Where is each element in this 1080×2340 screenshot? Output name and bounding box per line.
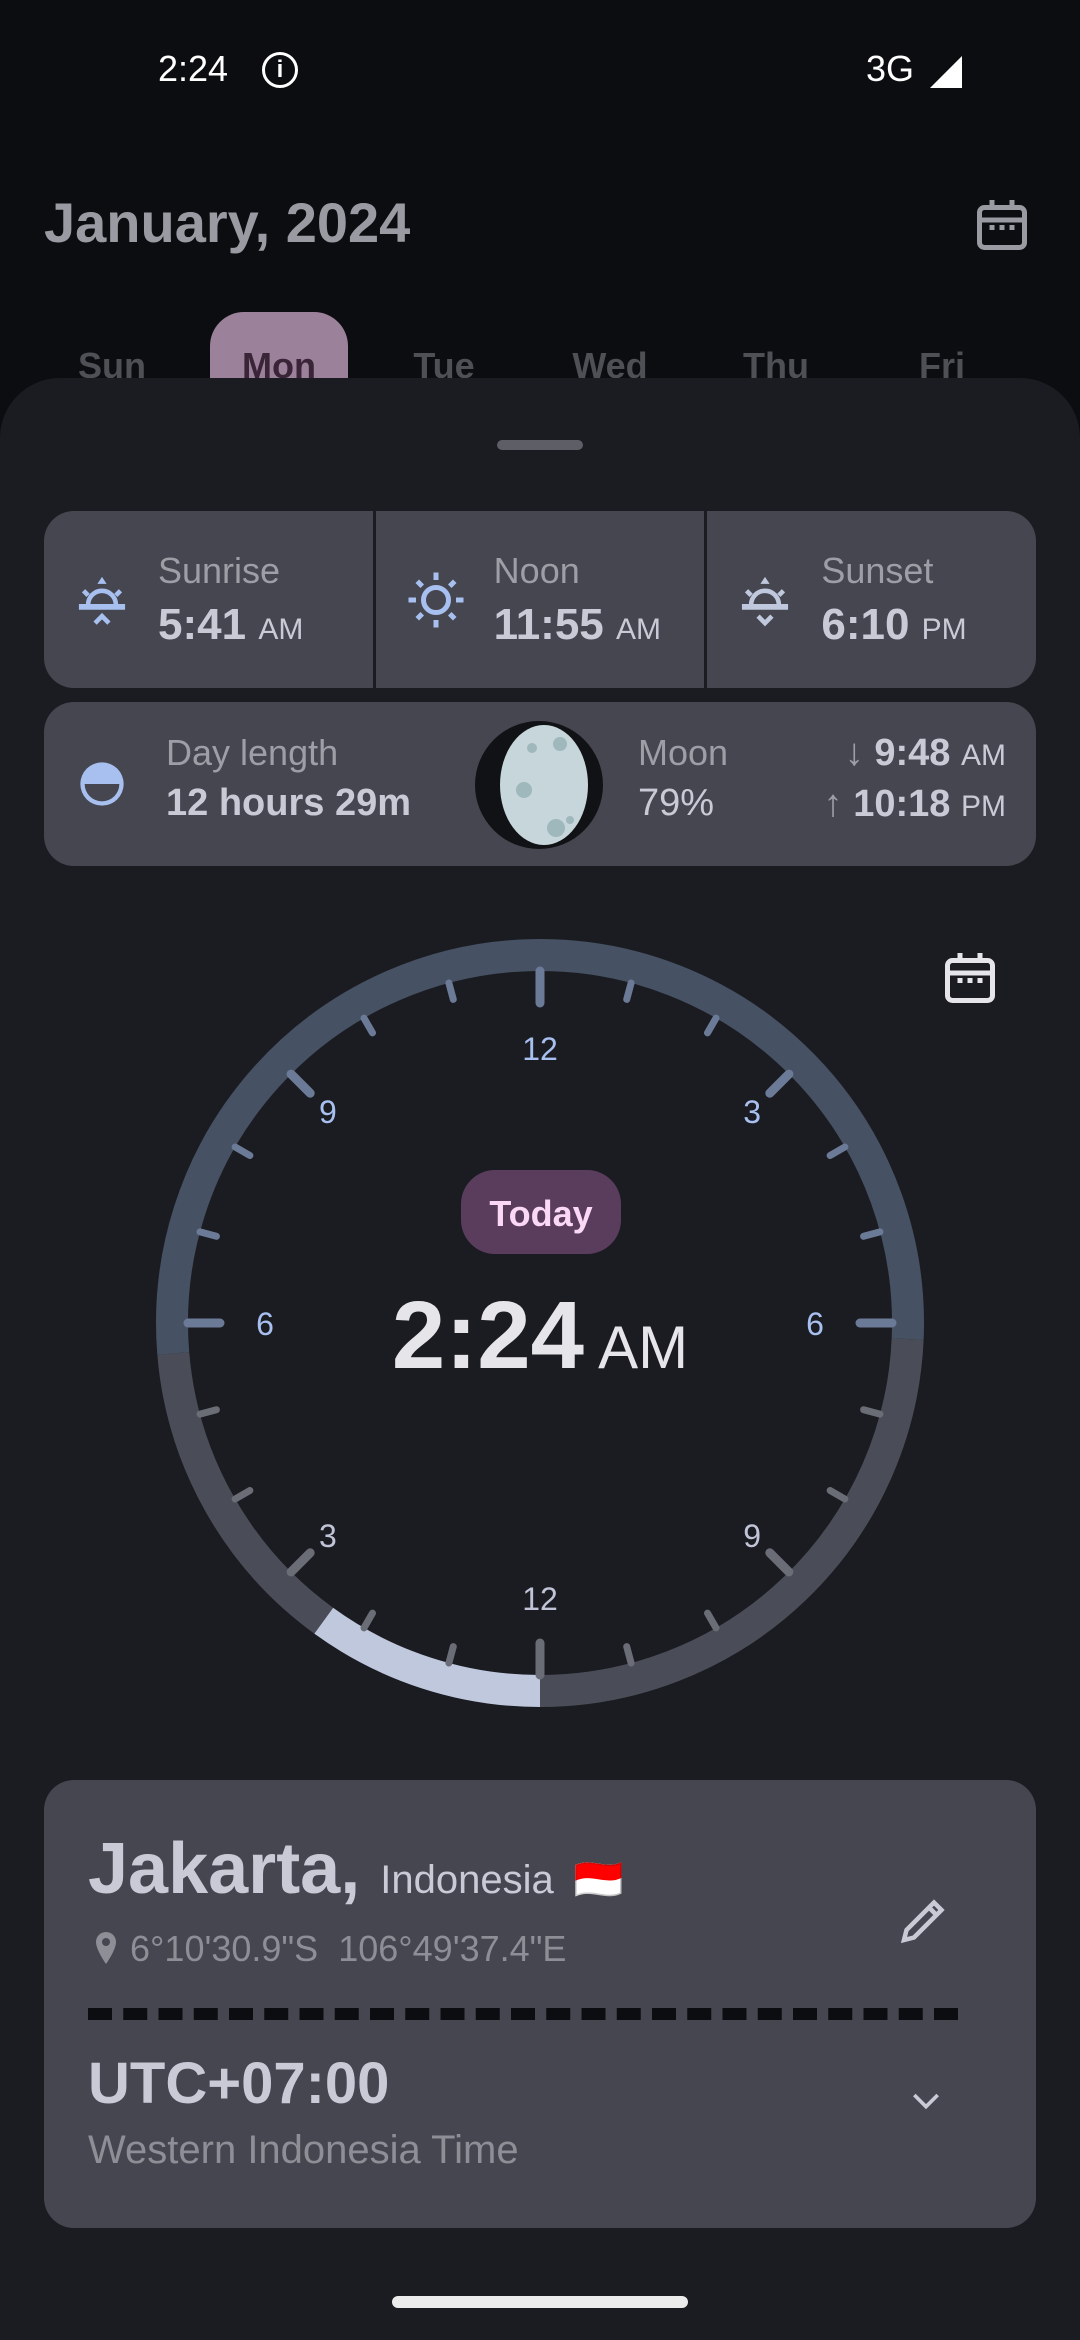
day-length-value: 12 hours 29m: [166, 782, 411, 824]
moon-label: Moon: [638, 732, 729, 773]
day-clock-dial: 12 3 6 9 6 9 12 3 Today 2:24 AM: [156, 939, 924, 1707]
current-time-value: 2:24: [392, 1282, 584, 1389]
calendar-icon[interactable]: [940, 948, 1000, 1008]
sunset-period: PM: [921, 612, 967, 646]
hour-tick: [286, 1069, 315, 1098]
day-length-icon: [80, 762, 124, 806]
day-length-label: Day length: [166, 732, 339, 773]
current-time-period: AM: [598, 1314, 688, 1381]
moonset-period: AM: [961, 739, 1006, 772]
day-length-moon-card: Day length 12 hours 29m Moon 79% ↓ 9:48 …: [44, 702, 1036, 866]
utc-offset: UTC+07:00: [88, 2051, 390, 2116]
moonrise-period: PM: [961, 790, 1006, 823]
hour-label: 9: [743, 1518, 761, 1554]
hour-tick: [360, 1609, 376, 1632]
sun-icon: [408, 572, 464, 627]
night-arc: [157, 1352, 334, 1634]
latitude: 6°10'30.9"S: [130, 1928, 319, 1969]
moonrise-arrow-icon: ↑: [823, 783, 843, 825]
today-badge-label: Today: [489, 1193, 592, 1234]
hour-tick: [196, 1228, 220, 1240]
sunset-icon: [742, 576, 789, 626]
sunset-cell: Sunset 6:10 PM: [707, 511, 1036, 688]
sun-times-card: Sunrise 5:41 AM Noon 11:55 AM Sunset 6:1…: [44, 511, 1036, 688]
timezone-name: Western Indonesia Time: [88, 2128, 519, 2172]
calendar-icon[interactable]: [972, 195, 1032, 255]
night-arc: [539, 1338, 924, 1707]
hour-tick: [360, 1014, 376, 1037]
hour-tick: [704, 1609, 720, 1632]
hour-tick: [445, 1643, 457, 1667]
status-time: 2:24: [158, 48, 229, 89]
page-title: January, 2024: [44, 191, 411, 254]
sunrise-time: 5:41: [158, 599, 247, 649]
edit-pencil-icon[interactable]: [894, 1890, 954, 1950]
hour-tick: [286, 1548, 315, 1577]
moonrise-time: 10:18: [853, 783, 951, 825]
city-name: Jakarta,: [88, 1829, 361, 1909]
moon-phase-icon: [475, 721, 603, 849]
hour-label: 12: [522, 1581, 558, 1617]
hour-tick: [623, 1643, 635, 1667]
drag-handle[interactable]: [497, 440, 583, 450]
hour-tick: [704, 1014, 720, 1037]
sunrise-cell: Sunrise 5:41 AM: [44, 511, 376, 688]
country-name: Indonesia: [380, 1858, 554, 1902]
hour-tick: [231, 1143, 254, 1159]
home-indicator[interactable]: [392, 2296, 688, 2308]
longitude: 106°49'37.4"E: [338, 1928, 567, 1969]
hour-label: 9: [319, 1094, 337, 1130]
network-type: 3G: [866, 48, 915, 89]
dashed-divider: [88, 2008, 958, 2020]
moonset-time: 9:48: [874, 732, 951, 774]
hour-tick: [826, 1143, 849, 1159]
hour-tick: [196, 1406, 220, 1418]
location-pin-icon: [96, 1932, 116, 1964]
hour-tick: [860, 1228, 884, 1240]
hour-label: 6: [256, 1306, 274, 1342]
sunset-label: Sunset: [821, 549, 934, 591]
hour-tick: [445, 979, 457, 1003]
hour-label: 12: [522, 1031, 558, 1067]
sunrise-icon: [78, 576, 126, 625]
hour-tick: [765, 1548, 794, 1577]
noon-period: AM: [616, 612, 662, 646]
elapsed-night-arc: [314, 1607, 541, 1707]
hour-label: 6: [806, 1306, 824, 1342]
hour-tick: [765, 1069, 794, 1098]
noon-cell: Noon 11:55 AM: [376, 511, 708, 688]
current-time: 2:24 AM: [392, 1282, 688, 1389]
moonset-arrow-icon: ↓: [844, 732, 864, 774]
hour-tick: [623, 979, 635, 1003]
hour-label: 3: [319, 1518, 337, 1554]
info-icon: i: [262, 52, 298, 88]
hour-tick: [826, 1487, 849, 1503]
signal-icon: [930, 56, 962, 88]
sunrise-period: AM: [258, 612, 304, 646]
hour-tick: [860, 1406, 884, 1418]
moon-illumination: 79%: [638, 782, 715, 824]
chevron-down-icon[interactable]: [906, 2080, 946, 2120]
sunrise-label: Sunrise: [158, 549, 281, 591]
sunset-time: 6:10: [821, 599, 910, 649]
location-card[interactable]: Jakarta, Indonesia 🇮🇩 6°10'30.9"S 106°49'…: [44, 1780, 1036, 2228]
hour-label: 3: [743, 1094, 761, 1130]
noon-label: Noon: [493, 549, 580, 591]
flag-icon: 🇮🇩: [573, 1858, 624, 1902]
hour-tick: [231, 1487, 254, 1503]
noon-time: 11:55: [493, 599, 604, 649]
